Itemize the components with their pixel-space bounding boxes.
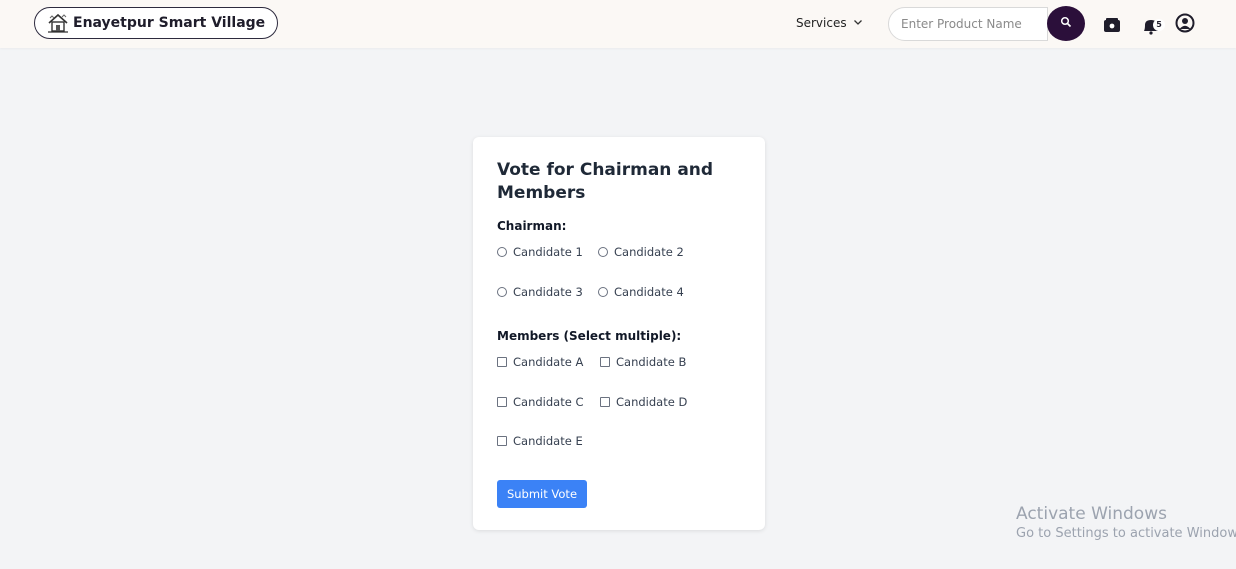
- checkbox[interactable]: [497, 436, 507, 446]
- option-label: Candidate 4: [614, 285, 684, 299]
- radio-button[interactable]: [497, 287, 507, 297]
- brand-name: Enayetpur Smart Village: [73, 15, 266, 31]
- radio-button[interactable]: [598, 287, 608, 297]
- option-label: Candidate 3: [513, 285, 583, 299]
- search-input[interactable]: [888, 7, 1048, 41]
- radio-button[interactable]: [497, 247, 507, 257]
- services-label: Services: [796, 16, 847, 30]
- chairman-option-1[interactable]: Candidate 1: [497, 245, 583, 259]
- chevron-down-icon: [853, 16, 863, 30]
- option-label: Candidate E: [513, 434, 583, 448]
- member-option-d[interactable]: Candidate D: [600, 395, 687, 409]
- option-label: Candidate 1: [513, 245, 583, 259]
- member-option-b[interactable]: Candidate B: [600, 355, 686, 369]
- option-label: Candidate A: [513, 355, 584, 369]
- member-option-e[interactable]: Candidate E: [497, 434, 583, 448]
- option-label: Candidate D: [616, 395, 688, 409]
- radio-button[interactable]: [598, 247, 608, 257]
- watermark-subtitle: Go to Settings to activate Windows.: [1016, 526, 1236, 541]
- vote-card: Vote for Chairman and Members Chairman: …: [473, 137, 765, 530]
- checkbox[interactable]: [600, 397, 610, 407]
- navbar: Enayetpur Smart Village Services 5: [0, 0, 1236, 48]
- option-label: Candidate 2: [614, 245, 684, 259]
- watermark-title: Activate Windows: [1016, 504, 1167, 524]
- checkbox[interactable]: [497, 397, 507, 407]
- brand-link[interactable]: Enayetpur Smart Village: [34, 7, 279, 39]
- services-dropdown[interactable]: Services: [796, 16, 863, 30]
- chairman-option-2[interactable]: Candidate 2: [598, 245, 684, 259]
- members-label: Members (Select multiple):: [497, 329, 682, 343]
- chairman-label: Chairman:: [497, 219, 567, 233]
- option-label: Candidate C: [513, 395, 584, 409]
- vote-title: Vote for Chairman and Members: [497, 160, 714, 203]
- member-option-c[interactable]: Candidate C: [497, 395, 583, 409]
- chairman-option-3[interactable]: Candidate 3: [497, 285, 583, 299]
- search-button[interactable]: [1047, 6, 1085, 41]
- option-label: Candidate B: [616, 355, 687, 369]
- chairman-option-4[interactable]: Candidate 4: [598, 285, 684, 299]
- submit-vote-button[interactable]: Submit Vote: [497, 480, 587, 508]
- search-icon: [1060, 16, 1072, 31]
- checkbox[interactable]: [497, 357, 507, 367]
- checkbox[interactable]: [600, 357, 610, 367]
- activation-watermark: Activate Windows Go to Settings to activ…: [1016, 503, 1236, 543]
- cart-icon[interactable]: [1103, 16, 1121, 34]
- notification-count-badge: 5: [1153, 19, 1165, 31]
- home-logo-icon: [47, 12, 69, 34]
- user-icon[interactable]: [1175, 13, 1195, 33]
- notification-button[interactable]: 5: [1141, 15, 1167, 35]
- member-option-a[interactable]: Candidate A: [497, 355, 583, 369]
